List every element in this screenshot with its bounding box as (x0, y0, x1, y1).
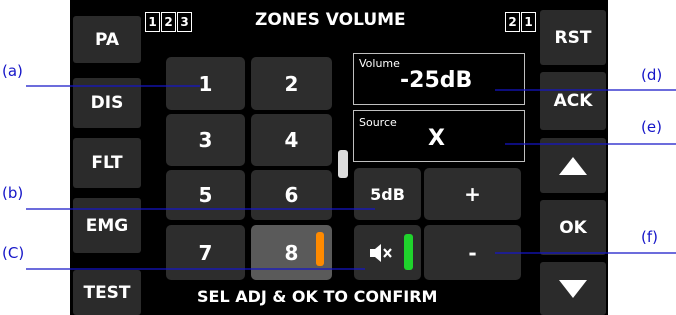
callout-d: (d) (641, 66, 663, 84)
callout-f: (f) (641, 228, 658, 246)
callout-c: (C) (2, 244, 25, 262)
callout-b: (b) (2, 184, 24, 202)
callout-e: (e) (641, 118, 662, 136)
callout-lines (26, 85, 676, 270)
callout-a: (a) (2, 62, 23, 80)
